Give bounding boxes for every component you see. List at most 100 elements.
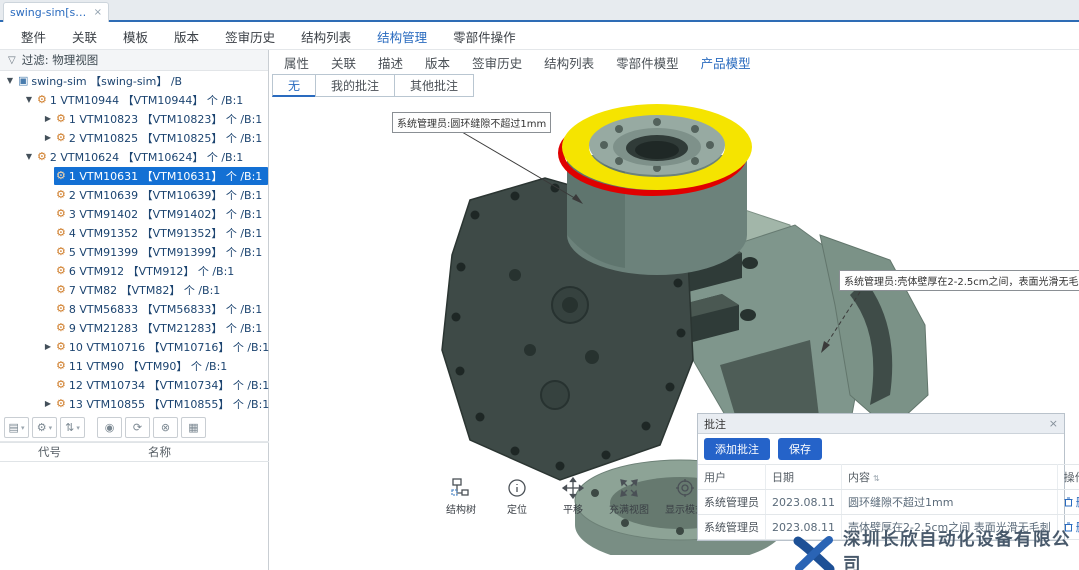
tree-item[interactable]: ▼▣swing-sim 【swing-sim】 /B (0, 71, 269, 90)
part-icon: ⚙ (56, 321, 66, 334)
tree-item[interactable]: ⚙8 VTM56833 【VTM56833】 个 /B:1 (0, 299, 269, 318)
tree-item-label: 9 VTM21283 【VTM21283】 个 /B:1 (69, 320, 262, 336)
annotation-row: 系统管理员 2023.08.11 圆环缝隙不超过1mm 删除 (698, 490, 1079, 515)
tree-item-label: 1 VTM10944 【VTM10944】 个 /B:1 (50, 92, 243, 108)
structure-tree-button[interactable]: 结构树 (438, 477, 484, 516)
expand-toggle-icon[interactable]: ▼ (4, 76, 16, 85)
part-icon: ⚙ (56, 359, 66, 372)
annotation-user: 系统管理员 (698, 490, 766, 515)
tree-item[interactable]: ⚙9 VTM21283 【VTM21283】 个 /B:1 (0, 318, 269, 337)
menu-item-0[interactable]: 整件 (8, 27, 59, 46)
tree-item[interactable]: ⚙3 VTM91402 【VTM91402】 个 /B:1 (0, 204, 269, 223)
expand-toggle-icon[interactable]: ▶ (42, 133, 54, 142)
tree-item[interactable]: ▶⚙1 VTM10823 【VTM10823】 个 /B:1 (0, 109, 269, 128)
locate-button-icon: ◉ (105, 421, 115, 434)
annotation-filter-tab-1[interactable]: 我的批注 (315, 74, 395, 97)
menu-item-5[interactable]: 结构列表 (288, 27, 364, 46)
save-annotation-button[interactable]: 保存 (778, 438, 822, 460)
annotation-panel-titlebar[interactable]: 批注 × (698, 414, 1064, 434)
annotation-col-user: 用户 (698, 465, 766, 490)
tree-item[interactable]: ⚙4 VTM91352 【VTM91352】 个 /B:1 (0, 223, 269, 242)
annotation-col-action: 操作 (1057, 465, 1079, 490)
detail-tab-5[interactable]: 结构列表 (533, 53, 605, 72)
detail-tab-0[interactable]: 属性 (273, 53, 320, 72)
tree-toolbar: ▤▾⚙▾⇅▾◉⟳⊗▦ (0, 414, 269, 442)
sort-icon[interactable]: ⇅ (873, 474, 880, 483)
refresh-button[interactable]: ⟳ (125, 417, 150, 438)
expand-toggle-icon[interactable]: ▶ (42, 342, 54, 351)
tree-item-label: 11 VTM90 【VTM90】 个 /B:1 (69, 358, 227, 374)
part-icon: ⚙ (56, 283, 66, 296)
close-icon[interactable]: × (1049, 417, 1058, 430)
tree-item[interactable]: ⚙7 VTM82 【VTM82】 个 /B:1 (0, 280, 269, 299)
menu-item-6[interactable]: 结构管理 (364, 27, 440, 46)
annotation-filter-tab-0[interactable]: 无 (272, 74, 316, 97)
viewer-tool-label: 定位 (494, 501, 540, 516)
document-tab-title: swing-sim[swi... (10, 6, 90, 19)
menu-item-1[interactable]: 关联 (59, 27, 110, 46)
structure-panel: ▽ 过滤: 物理视图 ▼▣swing-sim 【swing-sim】 /B▼⚙1… (0, 50, 269, 570)
tree-item-label: 7 VTM82 【VTM82】 个 /B:1 (69, 282, 220, 298)
close-icon[interactable]: × (94, 7, 102, 18)
locate-button[interactable]: 定位 (494, 477, 540, 516)
fit-view-button[interactable]: 充满视图 (606, 477, 652, 516)
tree-item[interactable]: ⚙1 VTM10631 【VTM10631】 个 /B:1 (0, 166, 269, 185)
delete-annotation-button[interactable]: 删除 (1064, 494, 1079, 510)
tree-item[interactable]: ▶⚙13 VTM10855 【VTM10855】 个 /B:1 (0, 394, 269, 413)
part-icon: ⚙ (56, 112, 66, 125)
annotation-callout[interactable]: 系统管理员:壳体壁厚在2-2.5cm之间，表面光滑无毛刺 (839, 270, 1079, 291)
viewer-tool-label: 平移 (550, 501, 596, 516)
detail-tab-4[interactable]: 签审历史 (461, 53, 533, 72)
filter-label: 过滤: 物理视图 (22, 52, 99, 68)
view-mode-dropdown[interactable]: ▤▾ (4, 417, 29, 438)
tree-item[interactable]: ▼⚙2 VTM10624 【VTM10624】 个 /B:1 (0, 147, 269, 166)
tree-item-label: 1 VTM10823 【VTM10823】 个 /B:1 (69, 111, 262, 127)
expand-toggle-icon[interactable]: ▼ (23, 152, 35, 161)
trash-icon (1064, 497, 1073, 507)
part-icon: ⚙ (56, 188, 66, 201)
tree-item-label: 2 VTM10624 【VTM10624】 个 /B:1 (50, 149, 243, 165)
tree-item[interactable]: ⚙6 VTM912 【VTM912】 个 /B:1 (0, 261, 269, 280)
tree-item[interactable]: ▶⚙10 VTM10716 【VTM10716】 个 /B:1 (0, 337, 269, 356)
tree-item-label: 2 VTM10639 【VTM10639】 个 /B:1 (69, 187, 262, 203)
detail-tab-7[interactable]: 产品模型 (690, 53, 762, 72)
annotation-filter-tab-2[interactable]: 其他批注 (394, 74, 474, 97)
detail-tab-3[interactable]: 版本 (414, 53, 461, 72)
detail-tab-6[interactable]: 零部件模型 (605, 53, 690, 72)
tree-item-label: 6 VTM912 【VTM912】 个 /B:1 (69, 263, 234, 279)
locate-button[interactable]: ◉ (97, 417, 122, 438)
annotation-callout[interactable]: 系统管理员:圆环缝隙不超过1mm (392, 112, 551, 133)
document-tab[interactable]: swing-sim[swi... × (3, 2, 109, 22)
detail-tab-2[interactable]: 描述 (367, 53, 414, 72)
settings-dropdown[interactable]: ⚙▾ (32, 417, 57, 438)
tree-item[interactable]: ▼⚙1 VTM10944 【VTM10944】 个 /B:1 (0, 90, 269, 109)
menu-item-4[interactable]: 签审历史 (212, 27, 288, 46)
filter-row[interactable]: ▽ 过滤: 物理视图 (0, 50, 268, 71)
dropdown-caret-icon: ▾ (49, 424, 53, 432)
pan-button[interactable]: 平移 (550, 477, 596, 516)
tree-item[interactable]: ▶⚙2 VTM10825 【VTM10825】 个 /B:1 (0, 128, 269, 147)
part-icon: ⚙ (56, 340, 66, 353)
menu-item-3[interactable]: 版本 (161, 27, 212, 46)
expand-toggle-icon[interactable]: ▼ (23, 95, 35, 104)
report-button[interactable]: ▦ (181, 417, 206, 438)
bom-column-code: 代号 (38, 444, 148, 460)
clear-button[interactable]: ⊗ (153, 417, 178, 438)
menu-item-2[interactable]: 模板 (110, 27, 161, 46)
locate-info-icon (494, 477, 540, 499)
fit-view-icon (606, 477, 652, 499)
menu-item-7[interactable]: 零部件操作 (440, 27, 529, 46)
annotation-col-content[interactable]: 内容⇅ (841, 465, 1057, 490)
tree-item[interactable]: ⚙11 VTM90 【VTM90】 个 /B:1 (0, 356, 269, 375)
tree-item[interactable]: ⚙2 VTM10639 【VTM10639】 个 /B:1 (0, 185, 269, 204)
part-icon: ⚙ (56, 131, 66, 144)
tree-item[interactable]: ⚙5 VTM91399 【VTM91399】 个 /B:1 (0, 242, 269, 261)
tree-item-label: 10 VTM10716 【VTM10716】 个 /B:1 (69, 339, 269, 355)
tree-item[interactable]: ⚙12 VTM10734 【VTM10734】 个 /B:1 (0, 375, 269, 394)
settings-dropdown-icon: ⚙ (37, 421, 47, 434)
expand-toggle-icon[interactable]: ▶ (42, 114, 54, 123)
add-annotation-button[interactable]: 添加批注 (704, 438, 770, 460)
expand-toggle-icon[interactable]: ▶ (42, 399, 54, 408)
detail-tab-1[interactable]: 关联 (320, 53, 367, 72)
sort-dropdown[interactable]: ⇅▾ (60, 417, 85, 438)
